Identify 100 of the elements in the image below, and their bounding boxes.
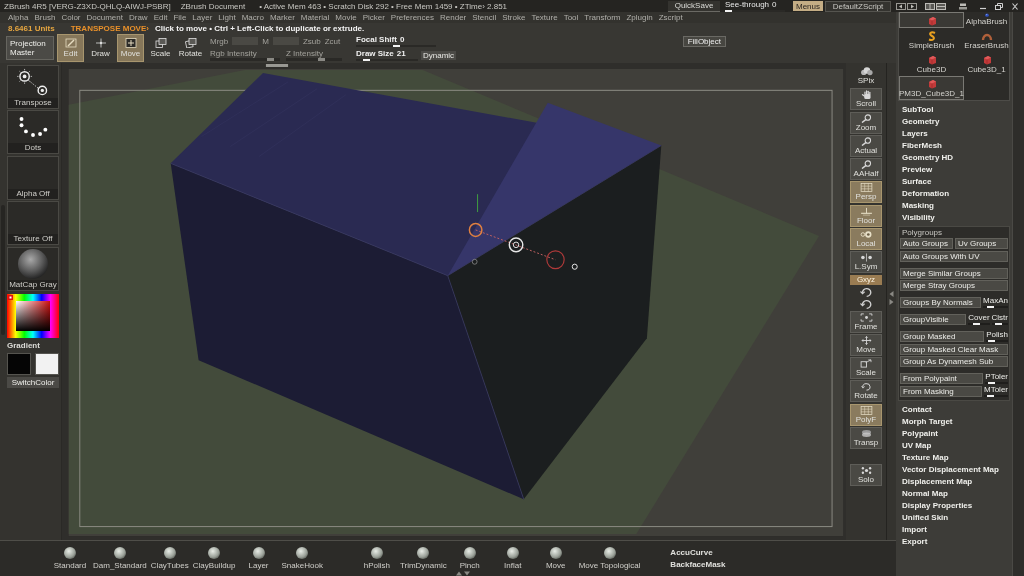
subpalette-header[interactable]: Morph Target	[898, 415, 1010, 428]
polygroup-button[interactable]: Merge Stray Groups	[900, 280, 1008, 291]
slider-thumb[interactable]	[362, 58, 370, 61]
subpalette-header[interactable]: Unified Skin	[898, 511, 1010, 524]
subpalette-header[interactable]: Export	[898, 535, 1010, 548]
view-button[interactable]: Rotate	[850, 380, 882, 403]
brush-button[interactable]: Pinch	[449, 547, 490, 570]
tool-thumbnail[interactable]: AlphaBrush	[964, 12, 1009, 28]
subpalette-header[interactable]: Contact	[898, 403, 1010, 416]
brush-button[interactable]: hPolish	[356, 547, 397, 570]
hue-marker-icon[interactable]	[8, 294, 13, 300]
menu-item[interactable]: Tool	[563, 13, 579, 22]
brush-button[interactable]: ClayBuildup	[192, 547, 236, 570]
subpalette-header[interactable]: Visibility	[898, 212, 1010, 224]
axis-toggle[interactable]: Gxyz	[850, 274, 882, 285]
orbit-arrow-icon[interactable]	[859, 298, 873, 310]
script-button[interactable]: DefaultZScript	[825, 0, 891, 12]
stroke-toggle[interactable]: BackfaceMask	[670, 560, 726, 569]
orbit-arrow-icon[interactable]	[859, 285, 873, 297]
subpalette-header[interactable]: Polypaint	[898, 427, 1010, 440]
tool-thumbnail[interactable]: Cube3D	[899, 52, 964, 76]
brush-button[interactable]: SnakeHook	[281, 547, 323, 570]
brush-button[interactable]: Dam_Standard	[93, 547, 147, 570]
slider-thumb[interactable]	[986, 394, 994, 397]
dynamic-button[interactable]: Dynamic	[421, 51, 457, 60]
subpalette-header[interactable]: Texture Map	[898, 451, 1010, 464]
subpalette-header[interactable]: Masking	[898, 200, 1010, 212]
subpalette-header[interactable]: Preview	[898, 164, 1010, 176]
brush-button[interactable]: Standard	[50, 547, 90, 570]
arrow-box-icon[interactable]	[907, 2, 917, 10]
transpose-tile[interactable]: Transpose	[7, 64, 59, 109]
tool-thumbnail[interactable]: PM3D_Cube3D_1	[899, 76, 964, 100]
layout-icon[interactable]	[936, 2, 946, 10]
brush-button[interactable]: ClayTubes	[149, 547, 190, 570]
menu-item[interactable]: Light	[218, 13, 236, 22]
menu-item[interactable]: Texture	[531, 13, 558, 22]
close-icon[interactable]	[1010, 2, 1020, 10]
collapse-arrows-icon[interactable]	[889, 290, 894, 306]
menu-item[interactable]: Movie	[335, 13, 357, 22]
material-tile[interactable]: MatCap Gray	[7, 246, 59, 291]
color-swatch[interactable]	[7, 352, 31, 375]
polygroup-button[interactable]: Auto Groups With UV	[900, 250, 1008, 262]
layout-icon[interactable]	[925, 2, 935, 10]
scroll-handle[interactable]	[265, 64, 289, 67]
tool-thumbnail[interactable]: Cube3D_1	[964, 52, 1009, 76]
brush-button[interactable]: Layer	[238, 547, 279, 570]
subpalette-header[interactable]: Geometry	[898, 116, 1010, 128]
subpalette-header[interactable]: Displacement Map	[898, 475, 1010, 488]
stroke-toggle[interactable]: AccuCurve	[670, 548, 726, 557]
slider-track[interactable]	[984, 394, 1008, 397]
menu-item[interactable]: Render	[440, 13, 467, 22]
menus-button[interactable]: Menus	[793, 1, 823, 11]
brush-button[interactable]: Inflat	[492, 547, 533, 570]
view-button[interactable]: SPix	[850, 65, 882, 87]
color-picker[interactable]	[7, 293, 59, 338]
view-button[interactable]: Actual	[850, 134, 882, 157]
view-button[interactable]: AAHalf	[850, 158, 882, 181]
fill-object-button[interactable]: FillObject	[682, 36, 726, 47]
menu-item[interactable]: Edit	[153, 13, 168, 22]
menu-item[interactable]: Brush	[34, 13, 56, 22]
polygroup-button[interactable]: Merge Similar Groups	[900, 267, 1008, 279]
subpalette-header[interactable]: Import	[898, 523, 1010, 536]
menu-item[interactable]: Stroke	[502, 13, 526, 22]
mode-button[interactable]: Move	[117, 34, 144, 62]
menu-item[interactable]: Draw	[128, 13, 148, 22]
subpalette-header[interactable]: UV Map	[898, 439, 1010, 452]
subpalette-header[interactable]: Vector Displacement Map	[898, 463, 1010, 476]
subpalette-header[interactable]: FiberMesh	[898, 140, 1010, 152]
polygroup-button[interactable]: From Polypaint	[900, 373, 984, 384]
collapse-arrows-icon[interactable]	[455, 571, 471, 576]
brush-button[interactable]: Move	[535, 547, 576, 570]
menu-item[interactable]: Zscript	[658, 13, 683, 22]
polygroup-button[interactable]: GroupVisible	[900, 314, 967, 325]
view-button[interactable]: Transp	[850, 427, 882, 450]
restore-icon[interactable]	[994, 2, 1004, 10]
subpalette-header[interactable]: Polygroups	[899, 227, 1009, 238]
menu-item[interactable]: Picker	[362, 13, 385, 22]
view-button[interactable]: L.Sym	[850, 251, 882, 274]
subpalette-header[interactable]: Surface	[898, 176, 1010, 188]
subpalette-header[interactable]: Display Properties	[898, 499, 1010, 512]
menu-item[interactable]: Zplugin	[626, 13, 653, 22]
view-button[interactable]: Scroll	[850, 88, 882, 111]
view-button[interactable]: Move	[850, 333, 882, 356]
menu-item[interactable]: Stencil	[472, 13, 497, 22]
transpose-action-line[interactable]	[468, 193, 578, 270]
subpalette-header[interactable]: Deformation	[898, 188, 1010, 200]
polygroup-button[interactable]: Group Masked Clear Mask	[900, 343, 1008, 355]
empty-tile[interactable]: Texture Off	[7, 201, 59, 245]
quicksave-button[interactable]: QuickSave	[668, 0, 720, 12]
view-button[interactable]: Scale	[850, 357, 882, 380]
menu-item[interactable]: File	[173, 13, 187, 22]
color-swatch[interactable]	[35, 352, 59, 375]
menu-item[interactable]: Transform	[584, 13, 621, 22]
menu-item[interactable]: Document	[86, 13, 123, 22]
view-button[interactable]: Solo	[850, 464, 882, 487]
menu-item[interactable]: Preferences	[390, 13, 434, 22]
menu-item[interactable]: Marker	[269, 13, 295, 22]
view-button[interactable]: Zoom	[850, 111, 882, 134]
view-button[interactable]: Frame	[850, 310, 882, 333]
polygroup-button[interactable]: Uv Groups	[955, 238, 1008, 249]
